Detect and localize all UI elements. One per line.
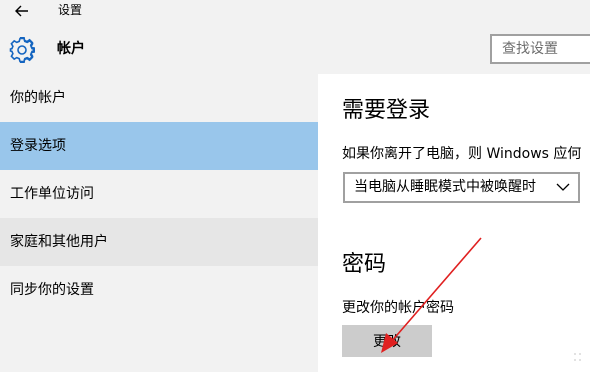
back-arrow-icon: [15, 5, 28, 17]
title-bar: 设置 帐户: [0, 0, 590, 74]
password-heading: 密码: [342, 252, 387, 277]
chevron-down-icon: [556, 183, 570, 191]
sidebar-item-sign-in-options[interactable]: 登录选项: [0, 122, 318, 170]
dropdown-selected-value: 当电脑从睡眠模式中被唤醒时: [354, 179, 536, 195]
require-signin-description: 如果你离开了电脑，则 Windows 应何: [342, 146, 582, 162]
back-button[interactable]: [6, 0, 38, 22]
search-input[interactable]: [490, 34, 590, 64]
sidebar-item-family-other-users[interactable]: 家庭和其他用户: [0, 218, 318, 266]
settings-window: 设置 帐户 你的帐户 登录选项 工作单位访问 家庭和其他用户 同步你的设置 需要…: [0, 0, 590, 372]
app-title: 设置: [58, 3, 83, 17]
require-signin-dropdown[interactable]: 当电脑从睡眠模式中被唤醒时: [343, 172, 580, 203]
password-description: 更改你的帐户密码: [342, 300, 454, 316]
main-content: 需要登录 如果你离开了电脑，则 Windows 应何 当电脑从睡眠模式中被唤醒时…: [318, 74, 590, 372]
gear-icon: [9, 37, 35, 63]
sidebar-item-work-access[interactable]: 工作单位访问: [0, 170, 318, 218]
page-title: 帐户: [57, 41, 85, 57]
change-password-button[interactable]: 更改: [342, 325, 432, 357]
require-signin-heading: 需要登录: [342, 98, 431, 123]
sidebar: 你的帐户 登录选项 工作单位访问 家庭和其他用户 同步你的设置: [0, 74, 318, 372]
sidebar-item-sync-settings[interactable]: 同步你的设置: [0, 266, 318, 314]
sidebar-item-your-account[interactable]: 你的帐户: [0, 74, 318, 122]
watermark-dots-icon: [574, 353, 581, 361]
